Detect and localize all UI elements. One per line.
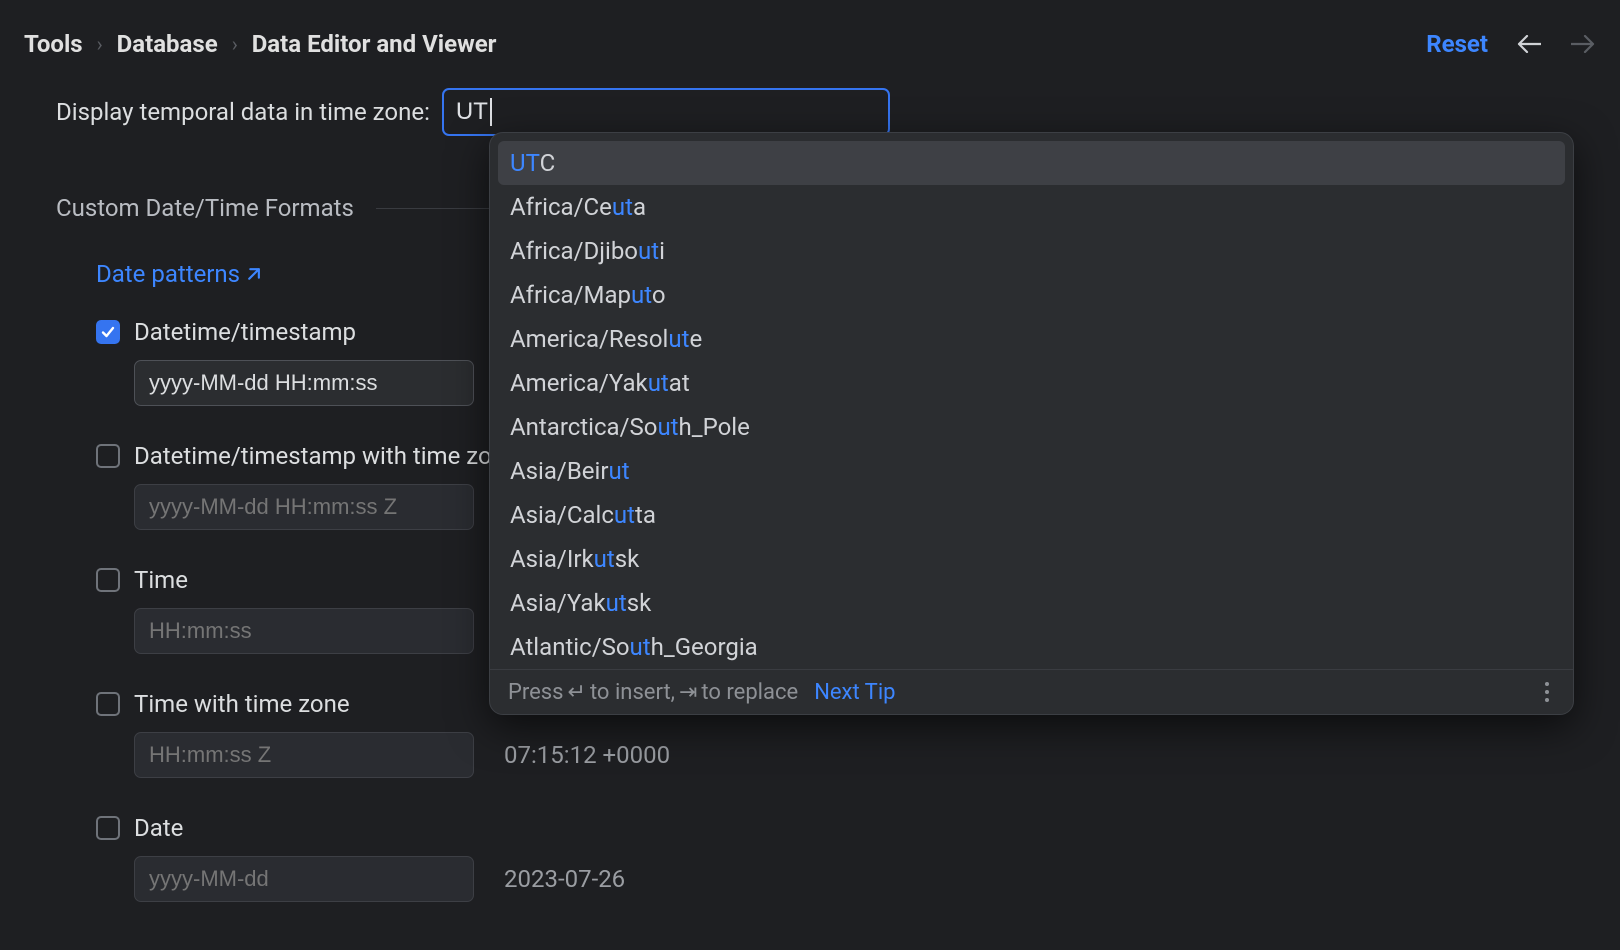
timezone-option[interactable]: America/Yakutat <box>498 361 1565 405</box>
checkbox-time-tz-label[interactable]: Time with time zone <box>134 690 350 718</box>
footer-text: Press <box>508 680 564 705</box>
timezone-option[interactable]: Africa/Maputo <box>498 273 1565 317</box>
checkbox-date[interactable] <box>96 816 120 840</box>
timezone-option[interactable]: Antarctica/South_Pole <box>498 405 1565 449</box>
chevron-right-icon: › <box>232 32 238 56</box>
timezone-suggestions-dropdown: UTCAfrica/CeutaAfrica/DjiboutiAfrica/Map… <box>489 132 1574 715</box>
time-format-input <box>134 608 474 654</box>
reset-link[interactable]: Reset <box>1426 30 1488 58</box>
time-tz-format-input <box>134 732 474 778</box>
timezone-option[interactable]: Asia/Calcutta <box>498 493 1565 537</box>
datetime-format-input[interactable] <box>134 360 474 406</box>
breadcrumb-current: Data Editor and Viewer <box>252 30 497 58</box>
enter-key-icon: ↵ <box>568 680 586 705</box>
dropdown-footer: Press ↵ to insert, ⇥ to replace Next Tip <box>490 669 1573 714</box>
timezone-option[interactable]: Atlantic/South_Georgia <box>498 625 1565 669</box>
timezone-option[interactable]: UTC <box>498 141 1565 185</box>
checkbox-datetime-tz-label[interactable]: Datetime/timestamp with time zone <box>134 442 518 470</box>
forward-arrow-icon[interactable] <box>1570 31 1596 57</box>
checkbox-datetime-tz[interactable] <box>96 444 120 468</box>
breadcrumb: Tools › Database › Data Editor and Viewe… <box>24 30 1426 58</box>
tab-key-icon: ⇥ <box>679 680 697 705</box>
footer-text: to insert, <box>590 680 675 705</box>
timezone-option[interactable]: America/Resolute <box>498 317 1565 361</box>
timezone-option[interactable]: Africa/Ceuta <box>498 185 1565 229</box>
timezone-option[interactable]: Asia/Irkutsk <box>498 537 1565 581</box>
dropdown-list[interactable]: UTCAfrica/CeutaAfrica/DjiboutiAfrica/Map… <box>490 133 1573 669</box>
external-link-icon <box>246 267 261 282</box>
section-title: Custom Date/Time Formats <box>56 194 354 222</box>
text-caret <box>490 98 492 126</box>
more-options-icon[interactable] <box>1539 678 1555 706</box>
link-label: Date patterns <box>96 260 240 288</box>
date-patterns-link[interactable]: Date patterns <box>96 260 261 288</box>
date-format-input <box>134 856 474 902</box>
checkbox-date-label[interactable]: Date <box>134 814 183 842</box>
checkbox-time[interactable] <box>96 568 120 592</box>
time-tz-sample: 07:15:12 +0000 <box>504 741 670 769</box>
checkbox-time-label[interactable]: Time <box>134 566 188 594</box>
date-sample: 2023-07-26 <box>504 865 625 893</box>
next-tip-link[interactable]: Next Tip <box>814 680 895 705</box>
checkbox-datetime[interactable] <box>96 320 120 344</box>
timezone-option[interactable]: Africa/Djibouti <box>498 229 1565 273</box>
timezone-option[interactable]: Asia/Beirut <box>498 449 1565 493</box>
back-arrow-icon[interactable] <box>1516 31 1542 57</box>
timezone-option[interactable]: Asia/Yakutsk <box>498 581 1565 625</box>
breadcrumb-database[interactable]: Database <box>117 30 218 58</box>
timezone-label: Display temporal data in time zone: <box>56 98 430 126</box>
checkbox-time-tz[interactable] <box>96 692 120 716</box>
footer-text: to replace <box>701 680 798 705</box>
datetime-tz-format-input <box>134 484 474 530</box>
chevron-right-icon: › <box>97 32 103 56</box>
timezone-input[interactable] <box>442 88 890 136</box>
breadcrumb-tools[interactable]: Tools <box>24 30 83 58</box>
checkbox-datetime-label[interactable]: Datetime/timestamp <box>134 318 356 346</box>
